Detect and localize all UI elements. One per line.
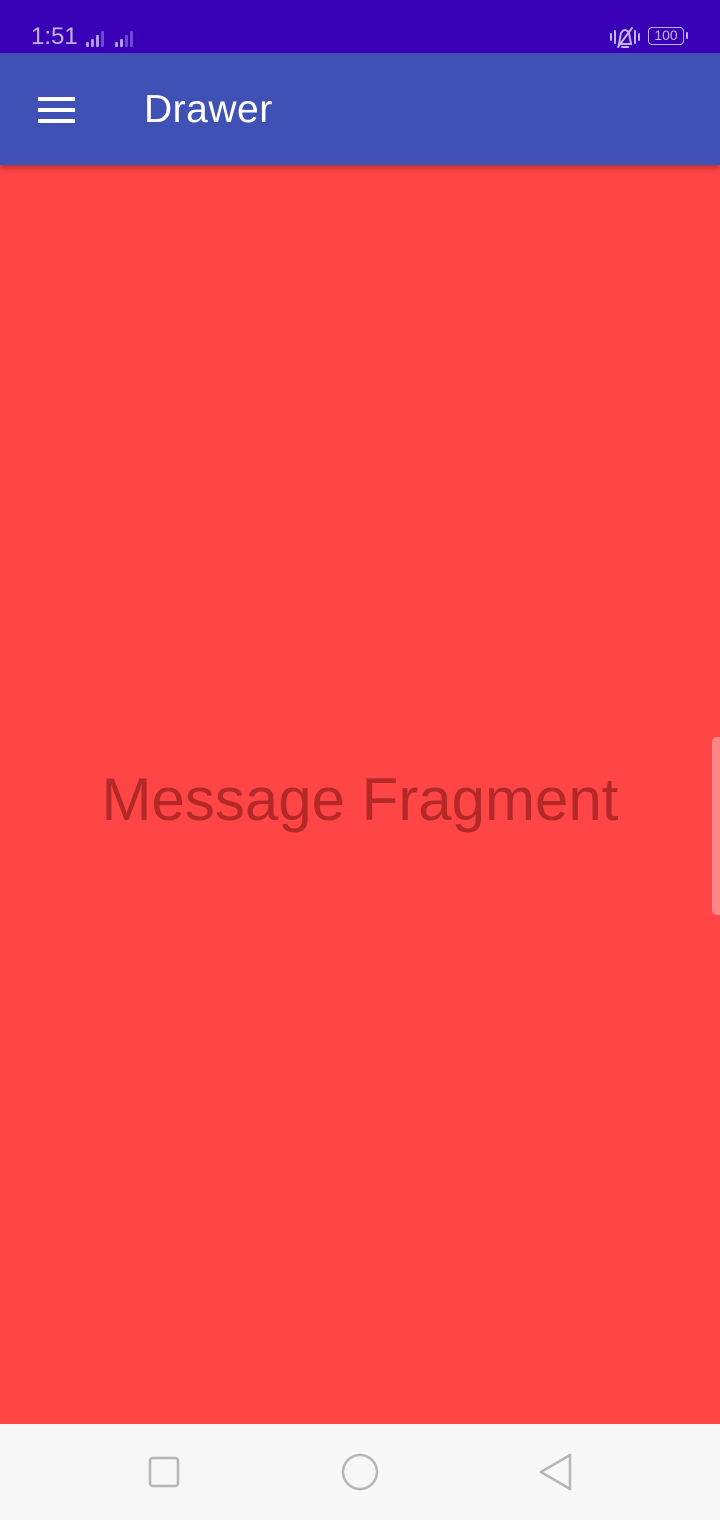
status-bar: 1:51 100 (0, 0, 720, 53)
battery-icon: 100 (648, 27, 688, 45)
status-time: 1:51 (31, 23, 78, 50)
signal-icon (86, 29, 104, 47)
app-bar: Drawer (0, 53, 720, 165)
edge-handle[interactable] (712, 737, 720, 915)
home-icon[interactable] (332, 1448, 388, 1496)
fragment-text: Message Fragment (101, 766, 619, 833)
app-title: Drawer (144, 88, 273, 131)
battery-level: 100 (654, 27, 678, 43)
signal-icon (115, 29, 133, 47)
screen: 1:51 100 Drawer Message Fragment (0, 0, 720, 1520)
hamburger-menu-icon[interactable] (20, 75, 92, 143)
navigation-bar (0, 1424, 720, 1520)
vibrate-icon (610, 27, 640, 48)
back-icon[interactable] (528, 1448, 584, 1496)
message-fragment: Message Fragment (0, 165, 720, 1424)
recents-icon[interactable] (136, 1448, 192, 1496)
